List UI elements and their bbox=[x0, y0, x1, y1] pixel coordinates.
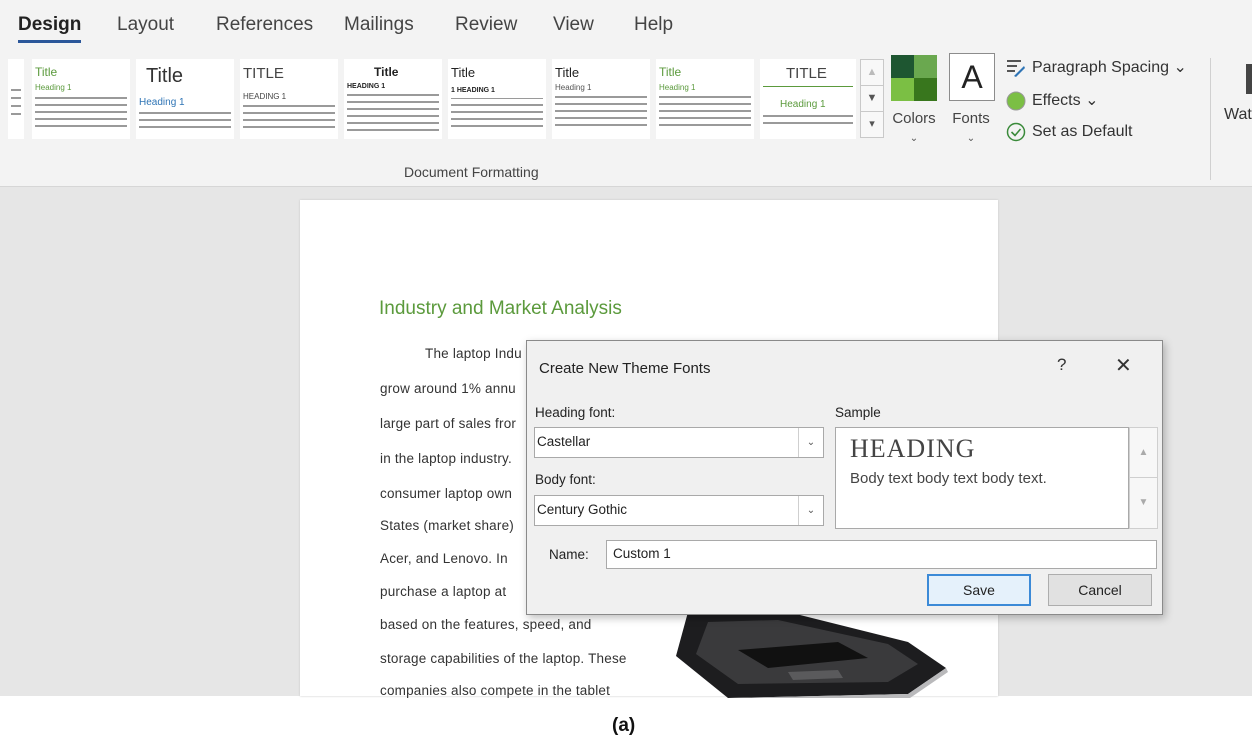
effects-icon bbox=[1006, 91, 1026, 111]
watermark-button[interactable]: Wat bbox=[1224, 106, 1252, 124]
theme-name-input[interactable] bbox=[606, 540, 1157, 569]
colors-button[interactable]: Colors ⌄ bbox=[886, 53, 942, 157]
fonts-icon: A bbox=[949, 53, 995, 101]
paragraph-spacing-button[interactable]: Paragraph Spacing ⌄ bbox=[1006, 56, 1187, 80]
theme-name-field[interactable] bbox=[607, 541, 1133, 566]
style-set-5[interactable]: Title 1 HEADING 1 bbox=[448, 59, 546, 139]
sample-heading: HEADING bbox=[850, 434, 976, 463]
style-set-2[interactable]: Title Heading 1 bbox=[136, 59, 234, 139]
heading-font-label: Heading font: bbox=[535, 405, 616, 420]
chevron-down-icon: ⌄ bbox=[966, 133, 976, 144]
dialog-title: Create New Theme Fonts bbox=[539, 360, 711, 377]
chevron-up-icon: ▲ bbox=[866, 66, 878, 78]
check-circle-icon bbox=[1006, 122, 1026, 142]
gallery-scroll-down-button[interactable]: ▼ bbox=[860, 85, 884, 112]
sample-scroll-up-button[interactable]: ▲ bbox=[1129, 427, 1158, 479]
tab-help[interactable]: Help bbox=[634, 14, 673, 36]
paragraph-spacing-icon bbox=[1007, 59, 1025, 77]
sample-label: Sample bbox=[835, 405, 881, 420]
gallery-scroll-up-button[interactable]: ▲ bbox=[860, 59, 884, 86]
group-label-document-formatting: Document Formatting bbox=[404, 164, 539, 180]
sample-preview: HEADING Body text body text body text. bbox=[835, 427, 1129, 529]
help-button[interactable]: ? bbox=[1057, 355, 1066, 375]
watermark-icon bbox=[1246, 64, 1252, 94]
figure-caption: (a) bbox=[612, 715, 636, 736]
style-set-6[interactable]: Title Heading 1 bbox=[552, 59, 650, 139]
ribbon-separator bbox=[1210, 58, 1211, 180]
document-line: large part of sales fror bbox=[380, 416, 517, 431]
tab-references[interactable]: References bbox=[216, 14, 313, 36]
close-button[interactable]: ✕ bbox=[1115, 353, 1132, 378]
chevron-down-icon: ▼ bbox=[1138, 497, 1149, 508]
document-line: grow around 1% annu bbox=[380, 381, 516, 396]
document-heading: Industry and Market Analysis bbox=[379, 298, 622, 319]
chevron-down-icon: ⌄ bbox=[798, 428, 823, 457]
style-set-3[interactable]: TITLE HEADING 1 bbox=[240, 59, 338, 139]
gallery-more-button[interactable]: ▾ bbox=[860, 111, 884, 138]
document-line: Acer, and Lenovo. In bbox=[380, 551, 508, 566]
document-line: companies also compete in the tablet bbox=[380, 683, 611, 698]
chevron-down-icon: ⌄ bbox=[909, 133, 919, 144]
sample-body: Body text body text body text. bbox=[850, 470, 1047, 487]
body-font-select[interactable]: Century Gothic ⌄ bbox=[534, 495, 824, 526]
body-font-label: Body font: bbox=[535, 472, 596, 487]
document-line: The laptop Indu bbox=[425, 346, 522, 361]
more-icon: ▾ bbox=[869, 118, 875, 130]
color-palette-icon bbox=[891, 55, 937, 101]
style-set-1[interactable]: Title Heading 1 bbox=[32, 59, 130, 139]
cancel-button[interactable]: Cancel bbox=[1048, 574, 1152, 606]
document-line: consumer laptop own bbox=[380, 486, 513, 501]
set-as-default-button[interactable]: Set as Default bbox=[1006, 120, 1133, 144]
document-line: purchase a laptop at bbox=[380, 584, 507, 599]
tab-review[interactable]: Review bbox=[455, 14, 517, 36]
chevron-up-icon: ▲ bbox=[1138, 447, 1149, 458]
sample-scroll-down-button[interactable]: ▼ bbox=[1129, 477, 1158, 529]
document-line: based on the features, speed, and bbox=[380, 617, 592, 632]
colors-label: Colors bbox=[892, 110, 936, 127]
laptop-image bbox=[676, 612, 948, 698]
style-set-7[interactable]: Title Heading 1 bbox=[656, 59, 754, 139]
chevron-down-icon: ⌄ bbox=[1085, 92, 1099, 109]
tab-design[interactable]: Design bbox=[18, 14, 82, 43]
document-line: States (market share) bbox=[380, 518, 514, 533]
style-set-partial[interactable] bbox=[8, 59, 24, 139]
name-label: Name: bbox=[549, 547, 589, 562]
fonts-label: Fonts bbox=[952, 110, 990, 127]
chevron-down-icon: ⌄ bbox=[1173, 59, 1187, 76]
ribbon-design: Title Heading 1 Title Heading 1 TITLE HE… bbox=[0, 48, 1252, 187]
style-set-gallery: Title Heading 1 Title Heading 1 TITLE HE… bbox=[8, 59, 858, 139]
style-set-4[interactable]: Title HEADING 1 bbox=[344, 59, 442, 139]
save-button[interactable]: Save bbox=[927, 574, 1031, 606]
fonts-button[interactable]: A Fonts ⌄ bbox=[943, 53, 999, 157]
effects-button[interactable]: Effects ⌄ bbox=[1006, 89, 1098, 113]
tab-layout[interactable]: Layout bbox=[117, 14, 174, 36]
heading-font-select[interactable]: Castellar ⌄ bbox=[534, 427, 824, 458]
document-line: in the laptop industry. bbox=[380, 451, 512, 466]
document-line: storage capabilities of the laptop. Thes… bbox=[380, 651, 627, 666]
style-set-8[interactable]: TITLE Heading 1 bbox=[760, 59, 856, 139]
chevron-down-icon: ⌄ bbox=[798, 496, 823, 525]
ribbon-tab-bar: Design Layout References Mailings Review… bbox=[0, 0, 1252, 48]
tab-view[interactable]: View bbox=[553, 14, 594, 36]
chevron-down-icon: ▼ bbox=[866, 92, 878, 104]
tab-mailings[interactable]: Mailings bbox=[344, 14, 414, 36]
create-theme-fonts-dialog: Create New Theme Fonts ? ✕ Heading font:… bbox=[526, 340, 1163, 615]
